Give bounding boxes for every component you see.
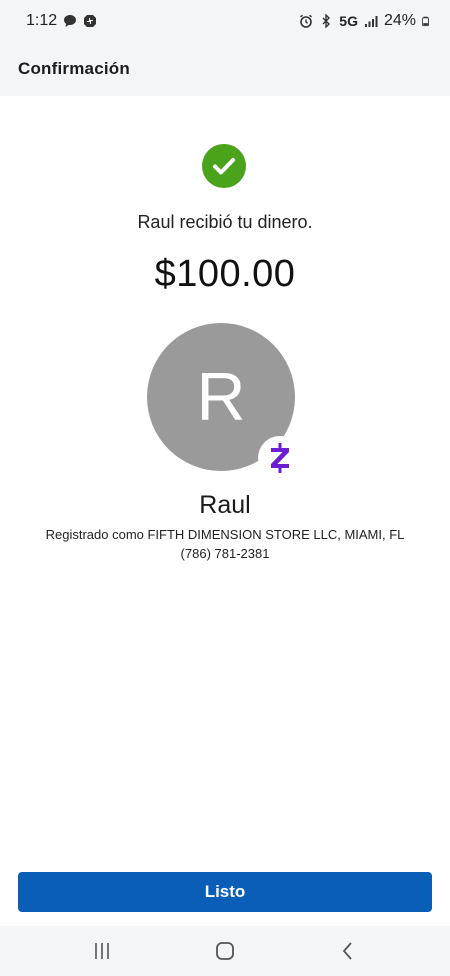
system-nav-bar (0, 926, 450, 976)
alarm-icon (300, 14, 313, 28)
recent-apps-button[interactable] (82, 931, 122, 971)
bluetooth-icon (322, 14, 331, 28)
signal-icon (364, 16, 378, 27)
status-left: 1:12 (26, 12, 97, 30)
page-title: Confirmación (18, 59, 130, 78)
confirmation-content: Raul recibió tu dinero. $100.00 R Raul R… (0, 96, 450, 926)
recent-apps-icon (94, 943, 109, 959)
avatar-initial: R (196, 359, 246, 435)
back-icon (343, 942, 352, 960)
network-type: 5G (339, 13, 358, 29)
confirmation-message: Raul recibió tu dinero. (137, 212, 313, 232)
home-button[interactable] (205, 931, 245, 971)
success-check-icon (202, 144, 246, 188)
battery-percent: 24% (383, 12, 416, 29)
battery-icon (422, 16, 429, 27)
chat-bubble-icon (64, 15, 77, 27)
home-icon (216, 942, 234, 960)
recipient-phone: (786) 781-2381 (180, 546, 270, 561)
recipient-name: Raul (199, 491, 251, 519)
amount-sent: $100.00 (154, 253, 296, 295)
status-bar: 1:12 5G 24% (0, 0, 450, 42)
zelle-badge (258, 436, 302, 480)
back-button[interactable] (328, 931, 368, 971)
zelle-logo-icon (271, 443, 289, 473)
status-right: 5G 24% (299, 12, 432, 30)
chase-logo-icon (84, 15, 97, 27)
app-header: Confirmación (0, 42, 450, 96)
check-icon (213, 158, 235, 175)
status-time: 1:12 (26, 12, 58, 29)
registered-as: Registrado como FIFTH DIMENSION STORE LL… (45, 527, 405, 542)
done-button[interactable]: Listo (18, 872, 432, 912)
